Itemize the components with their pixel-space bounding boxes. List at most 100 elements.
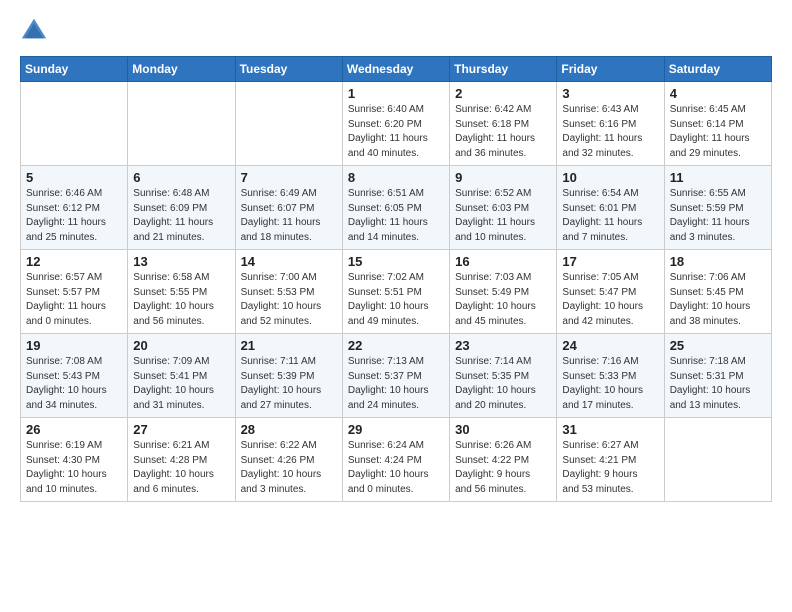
weekday-header-friday: Friday <box>557 57 664 82</box>
day-number: 7 <box>241 170 337 185</box>
day-info: Sunrise: 7:18 AM Sunset: 5:31 PM Dayligh… <box>670 355 766 413</box>
day-cell: 18 Sunrise: 7:06 AM Sunset: 5:45 PM Dayli… <box>664 250 771 334</box>
day-cell: 30 Sunrise: 6:26 AM Sunset: 4:22 PM Dayli… <box>450 418 557 502</box>
day-info: Sunrise: 6:40 AM Sunset: 6:20 PM Dayligh… <box>348 103 444 161</box>
day-cell: 21 Sunrise: 7:11 AM Sunset: 5:39 PM Dayli… <box>235 334 342 418</box>
day-cell: 31 Sunrise: 6:27 AM Sunset: 4:21 PM Dayli… <box>557 418 664 502</box>
day-cell: 15Sunrise: 7:02 AM Sunset: 5:51 PM Dayli… <box>342 250 449 334</box>
day-cell <box>235 82 342 166</box>
day-info: Sunrise: 7:03 AM Sunset: 5:49 PM Dayligh… <box>455 271 551 329</box>
day-number: 19 <box>26 338 122 353</box>
day-cell: 6 Sunrise: 6:48 AM Sunset: 6:09 PM Daylig… <box>128 166 235 250</box>
weekday-header-monday: Monday <box>128 57 235 82</box>
day-number: 2 <box>455 86 551 101</box>
day-info: Sunrise: 7:14 AM Sunset: 5:35 PM Dayligh… <box>455 355 551 413</box>
day-number: 22 <box>348 338 444 353</box>
day-cell: 17 Sunrise: 7:05 AM Sunset: 5:47 PM Dayli… <box>557 250 664 334</box>
day-info: Sunrise: 7:00 AM Sunset: 5:53 PM Dayligh… <box>241 271 337 329</box>
day-cell: 24Sunrise: 7:16 AM Sunset: 5:33 PM Dayli… <box>557 334 664 418</box>
day-number: 18 <box>670 254 766 269</box>
day-number: 26 <box>26 422 122 437</box>
day-cell: 7 Sunrise: 6:49 AM Sunset: 6:07 PM Daylig… <box>235 166 342 250</box>
day-cell: 4 Sunrise: 6:45 AM Sunset: 6:14 PM Daylig… <box>664 82 771 166</box>
day-cell <box>21 82 128 166</box>
day-info: Sunrise: 6:49 AM Sunset: 6:07 PM Dayligh… <box>241 187 337 245</box>
day-number: 17 <box>562 254 658 269</box>
day-number: 5 <box>26 170 122 185</box>
day-cell: 25 Sunrise: 7:18 AM Sunset: 5:31 PM Dayli… <box>664 334 771 418</box>
day-cell: 2 Sunrise: 6:42 AM Sunset: 6:18 PM Daylig… <box>450 82 557 166</box>
day-number: 30 <box>455 422 551 437</box>
day-number: 16 <box>455 254 551 269</box>
day-cell: 26 Sunrise: 6:19 AM Sunset: 4:30 PM Dayli… <box>21 418 128 502</box>
day-cell: 16 Sunrise: 7:03 AM Sunset: 5:49 PM Dayli… <box>450 250 557 334</box>
day-cell: 12 Sunrise: 6:57 AM Sunset: 5:57 PM Dayli… <box>21 250 128 334</box>
day-info: Sunrise: 7:11 AM Sunset: 5:39 PM Dayligh… <box>241 355 337 413</box>
day-number: 31 <box>562 422 658 437</box>
week-row-5: 26 Sunrise: 6:19 AM Sunset: 4:30 PM Dayli… <box>21 418 772 502</box>
day-info: Sunrise: 6:43 AM Sunset: 6:16 PM Dayligh… <box>562 103 658 161</box>
header <box>20 16 772 44</box>
day-info: Sunrise: 6:27 AM Sunset: 4:21 PM Dayligh… <box>562 439 658 497</box>
day-number: 6 <box>133 170 229 185</box>
day-cell: 1Sunrise: 6:40 AM Sunset: 6:20 PM Daylig… <box>342 82 449 166</box>
day-number: 25 <box>670 338 766 353</box>
week-row-1: 1Sunrise: 6:40 AM Sunset: 6:20 PM Daylig… <box>21 82 772 166</box>
day-info: Sunrise: 6:58 AM Sunset: 5:55 PM Dayligh… <box>133 271 229 329</box>
day-number: 4 <box>670 86 766 101</box>
day-number: 12 <box>26 254 122 269</box>
week-row-4: 19 Sunrise: 7:08 AM Sunset: 5:43 PM Dayli… <box>21 334 772 418</box>
day-info: Sunrise: 6:55 AM Sunset: 5:59 PM Dayligh… <box>670 187 766 245</box>
day-info: Sunrise: 6:54 AM Sunset: 6:01 PM Dayligh… <box>562 187 658 245</box>
calendar-table: SundayMondayTuesdayWednesdayThursdayFrid… <box>20 56 772 502</box>
week-row-3: 12 Sunrise: 6:57 AM Sunset: 5:57 PM Dayli… <box>21 250 772 334</box>
day-number: 21 <box>241 338 337 353</box>
day-info: Sunrise: 7:06 AM Sunset: 5:45 PM Dayligh… <box>670 271 766 329</box>
day-cell: 20 Sunrise: 7:09 AM Sunset: 5:41 PM Dayli… <box>128 334 235 418</box>
day-info: Sunrise: 6:51 AM Sunset: 6:05 PM Dayligh… <box>348 187 444 245</box>
day-info: Sunrise: 6:19 AM Sunset: 4:30 PM Dayligh… <box>26 439 122 497</box>
day-number: 3 <box>562 86 658 101</box>
day-info: Sunrise: 7:09 AM Sunset: 5:41 PM Dayligh… <box>133 355 229 413</box>
day-info: Sunrise: 7:13 AM Sunset: 5:37 PM Dayligh… <box>348 355 444 413</box>
day-number: 8 <box>348 170 444 185</box>
day-cell <box>664 418 771 502</box>
day-number: 27 <box>133 422 229 437</box>
day-number: 11 <box>670 170 766 185</box>
day-cell <box>128 82 235 166</box>
day-cell: 5 Sunrise: 6:46 AM Sunset: 6:12 PM Daylig… <box>21 166 128 250</box>
day-info: Sunrise: 6:57 AM Sunset: 5:57 PM Dayligh… <box>26 271 122 329</box>
weekday-header-sunday: Sunday <box>21 57 128 82</box>
day-cell: 8 Sunrise: 6:51 AM Sunset: 6:05 PM Daylig… <box>342 166 449 250</box>
day-info: Sunrise: 6:22 AM Sunset: 4:26 PM Dayligh… <box>241 439 337 497</box>
day-cell: 13Sunrise: 6:58 AM Sunset: 5:55 PM Dayli… <box>128 250 235 334</box>
day-info: Sunrise: 7:08 AM Sunset: 5:43 PM Dayligh… <box>26 355 122 413</box>
day-info: Sunrise: 7:05 AM Sunset: 5:47 PM Dayligh… <box>562 271 658 329</box>
day-cell: 28Sunrise: 6:22 AM Sunset: 4:26 PM Dayli… <box>235 418 342 502</box>
day-info: Sunrise: 6:21 AM Sunset: 4:28 PM Dayligh… <box>133 439 229 497</box>
page: SundayMondayTuesdayWednesdayThursdayFrid… <box>0 0 792 522</box>
day-info: Sunrise: 6:26 AM Sunset: 4:22 PM Dayligh… <box>455 439 551 497</box>
weekday-header-thursday: Thursday <box>450 57 557 82</box>
day-info: Sunrise: 6:45 AM Sunset: 6:14 PM Dayligh… <box>670 103 766 161</box>
logo <box>20 16 50 44</box>
day-cell: 22 Sunrise: 7:13 AM Sunset: 5:37 PM Dayli… <box>342 334 449 418</box>
day-cell: 9Sunrise: 6:52 AM Sunset: 6:03 PM Daylig… <box>450 166 557 250</box>
day-info: Sunrise: 6:42 AM Sunset: 6:18 PM Dayligh… <box>455 103 551 161</box>
day-info: Sunrise: 6:48 AM Sunset: 6:09 PM Dayligh… <box>133 187 229 245</box>
day-number: 23 <box>455 338 551 353</box>
day-info: Sunrise: 7:16 AM Sunset: 5:33 PM Dayligh… <box>562 355 658 413</box>
day-info: Sunrise: 6:46 AM Sunset: 6:12 PM Dayligh… <box>26 187 122 245</box>
day-number: 29 <box>348 422 444 437</box>
day-number: 14 <box>241 254 337 269</box>
day-number: 9 <box>455 170 551 185</box>
day-cell: 3 Sunrise: 6:43 AM Sunset: 6:16 PM Daylig… <box>557 82 664 166</box>
logo-icon <box>20 16 48 44</box>
day-number: 10 <box>562 170 658 185</box>
weekday-header-tuesday: Tuesday <box>235 57 342 82</box>
day-cell: 14 Sunrise: 7:00 AM Sunset: 5:53 PM Dayli… <box>235 250 342 334</box>
day-number: 20 <box>133 338 229 353</box>
day-cell: 27 Sunrise: 6:21 AM Sunset: 4:28 PM Dayli… <box>128 418 235 502</box>
week-row-2: 5 Sunrise: 6:46 AM Sunset: 6:12 PM Daylig… <box>21 166 772 250</box>
day-number: 15 <box>348 254 444 269</box>
